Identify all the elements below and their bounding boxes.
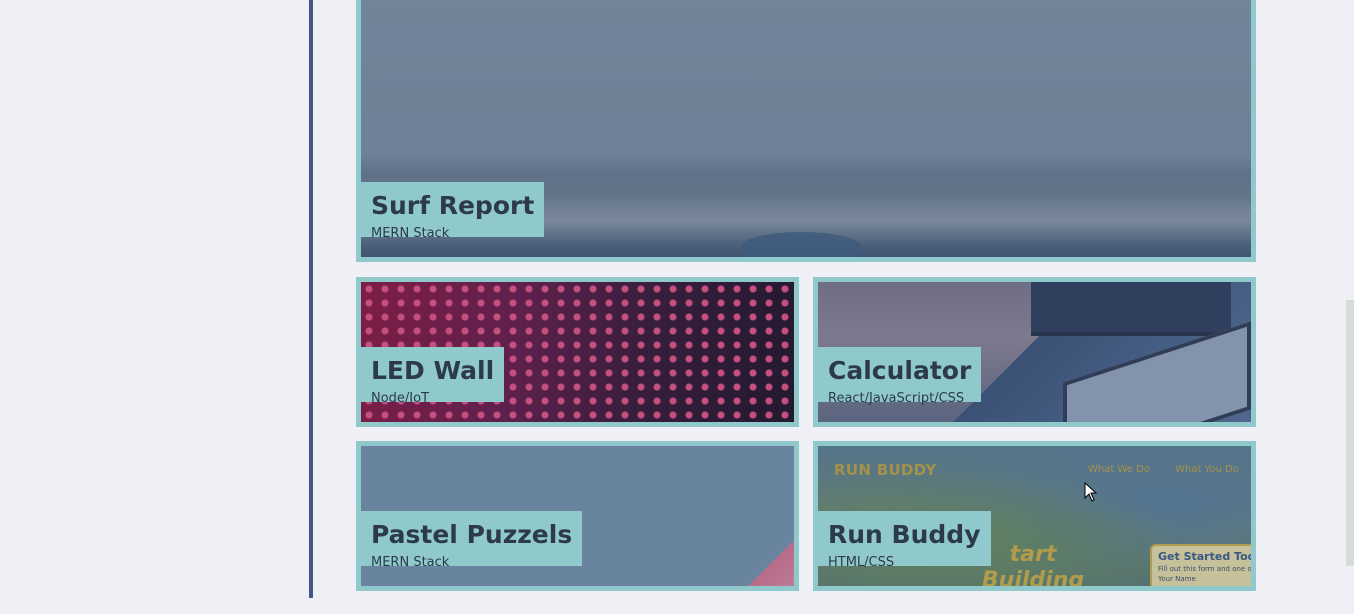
project-stack: MERN Stack <box>371 555 450 570</box>
project-card-run-buddy[interactable]: RUN BUDDY What We Do What You Do Yo tart… <box>813 441 1256 591</box>
project-label: Surf Report MERN Stack <box>361 182 545 241</box>
project-card-surf-report[interactable]: Surf Report MERN Stack <box>356 0 1256 262</box>
project-card-led-wall[interactable]: LED Wall Node/IoT <box>356 277 799 427</box>
project-label: LED Wall Node/IoT <box>361 347 505 406</box>
project-title: Run Buddy <box>828 520 981 549</box>
project-title: Pastel Puzzels <box>371 520 573 549</box>
scrollbar[interactable] <box>1346 300 1354 566</box>
mouse-pointer-icon <box>1084 482 1098 502</box>
project-card-pastel-puzzels[interactable]: Pastel Puzzels MERN Stack <box>356 441 799 591</box>
project-title: Calculator <box>828 356 972 385</box>
project-title: LED Wall <box>371 356 495 385</box>
vertical-divider <box>309 0 313 598</box>
project-label: Run Buddy HTML/CSS <box>818 511 991 570</box>
project-title: Surf Report <box>371 191 535 220</box>
project-stack: HTML/CSS <box>828 555 895 570</box>
project-stack: React/JavaScript/CSS <box>828 391 965 406</box>
project-label: Calculator React/JavaScript/CSS <box>818 347 982 406</box>
project-card-calculator[interactable]: Calculator React/JavaScript/CSS <box>813 277 1256 427</box>
project-stack: Node/IoT <box>371 391 430 406</box>
project-stack: MERN Stack <box>371 226 450 241</box>
project-label: Pastel Puzzels MERN Stack <box>361 511 583 570</box>
